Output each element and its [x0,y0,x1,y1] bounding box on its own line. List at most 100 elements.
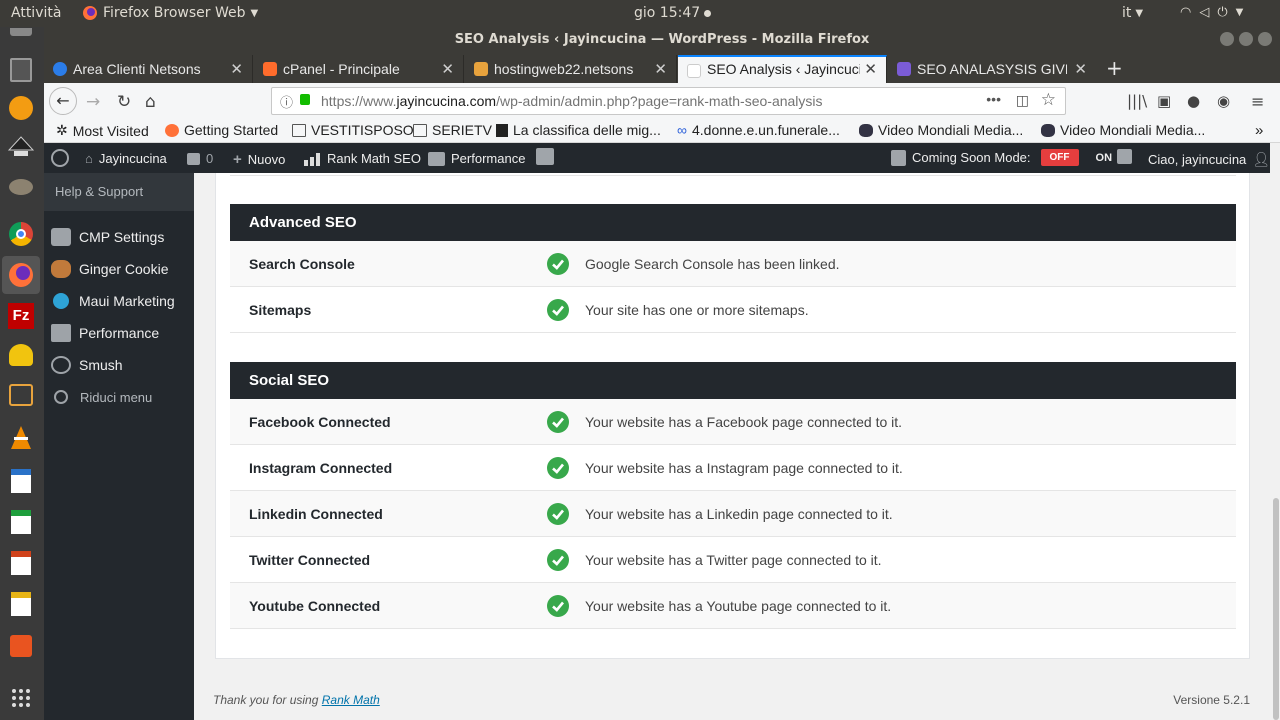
home-icon: ⌂ [85,151,93,166]
admin-bar-cart[interactable] [536,148,554,165]
clock[interactable]: gio 15:47 [634,5,712,21]
bookmark-vestitisposo[interactable]: VESTITISPOSO [292,122,414,138]
calc-icon[interactable] [6,507,36,537]
calculator-icon[interactable] [6,55,36,85]
activities-button[interactable]: Attività [11,5,61,21]
admin-bar-site[interactable]: ⌂ Jayincucina [85,151,167,166]
input-language[interactable]: it ▼ [1122,5,1143,21]
inkscape-icon[interactable] [6,132,36,162]
bookmarks-overflow-icon[interactable]: » [1255,122,1263,139]
page-actions-icon[interactable]: ••• [986,91,1001,107]
bookmarks-toolbar: ✲ Most Visited Getting Started VESTITISPO… [44,119,1280,143]
tab-cpanel[interactable]: cPanel - Principale ✕ [254,55,464,83]
new-tab-button[interactable]: + [1106,56,1123,80]
admin-bar-new[interactable]: + Nuovo [233,151,285,168]
scrollbar-thumb[interactable] [1273,498,1279,720]
sidebar-item-smush[interactable]: Smush [44,349,194,381]
pocket-icon[interactable]: ◫ [1016,92,1029,109]
menu-icon[interactable]: ≡ [1251,92,1264,111]
dock-app-partial-icon[interactable] [6,25,36,39]
gimp-icon[interactable] [6,172,36,202]
sidebar-item-performance[interactable]: Performance [44,317,194,349]
filezilla-icon[interactable]: Fz [6,301,36,331]
image-viewer-icon[interactable] [6,340,36,370]
tab-seo-give[interactable]: SEO ANALASYSIS GIVE M ✕ [888,55,1096,83]
disk-usage-icon[interactable] [6,93,36,123]
tab-hostingweb[interactable]: hostingweb22.netsons.n ✕ [465,55,677,83]
cart-icon [536,148,554,165]
url-bar[interactable]: ⓘ https://www.jayincucina.com/wp-admin/a… [271,87,1066,115]
caret-down-icon: ▼ [1135,8,1144,19]
vlc-icon[interactable] [6,423,36,453]
extension-icon[interactable]: ● [1187,92,1200,110]
minimize-button[interactable] [1220,32,1234,46]
system-tray[interactable]: ◠ ◁ ⏻ ▼ [1180,5,1243,20]
tab-seo-analysis[interactable]: SEO Analysis ‹ Jayincucin ✕ [678,55,887,83]
inkscape-alt-icon[interactable] [6,380,36,410]
software-center-icon[interactable] [6,631,36,661]
app-menu[interactable]: Firefox Browser Web ▼ [82,5,258,21]
cube-icon [891,149,906,166]
bookmark-serietv[interactable]: SERIETV [413,122,492,138]
close-window-button[interactable] [1258,32,1272,46]
firefox-dock-icon[interactable] [2,256,40,294]
sidebar-item-ginger-cookie[interactable]: Ginger Cookie [44,253,194,285]
reload-button[interactable]: ↻ [117,92,131,112]
tab-area-clienti[interactable]: Area Clienti Netsons ✕ [44,55,253,83]
result-label: Sitemaps [249,302,312,318]
sidebar-item-help-support[interactable]: Help & Support [44,173,194,211]
back-button[interactable]: ← [49,87,77,115]
admin-bar-account[interactable]: Ciao, jayincucina 👤︎ [1148,151,1270,168]
admin-bar-rankmath[interactable]: Rank Math SEO [303,151,421,166]
admin-bar-notices[interactable] [1117,149,1132,164]
sidebar-toggle-icon[interactable]: ▣ [1157,92,1171,110]
close-tab-icon[interactable]: ✕ [654,60,667,78]
check-icon [547,503,569,525]
close-tab-icon[interactable]: ✕ [864,60,877,78]
coming-soon-on-label[interactable]: ON [1096,152,1113,164]
caret-down-icon: ▼ [1235,7,1244,18]
bookmark-star-icon[interactable]: ☆ [1041,90,1056,110]
bookmark-most-visited[interactable]: ✲ Most Visited [56,122,149,139]
sidebar-item-cmp-settings[interactable]: CMP Settings [44,221,194,253]
forward-button[interactable]: → [86,92,100,112]
draw-icon[interactable] [6,589,36,619]
check-icon [547,549,569,571]
volume-muted-icon: ◁ [1199,5,1210,20]
ubuntu-dock: Fz [0,27,44,720]
close-tab-icon[interactable]: ✕ [1074,60,1087,78]
result-message: Your website has a Twitter page connecte… [585,552,882,568]
admin-bar-comments[interactable]: 0 [187,151,213,166]
seo-favicon-icon [897,62,911,76]
bookmark-donne-funerale[interactable]: ∞ 4.donne.e.un.funerale... [677,122,840,138]
performance-icon [428,151,445,166]
admin-bar-coming-soon[interactable]: Coming Soon Mode: OFF ON [891,149,1112,166]
close-tab-icon[interactable]: ✕ [230,60,243,78]
bookmark-video-mondiali-2[interactable]: Video Mondiali Media... [1041,122,1205,138]
sidebar-item-maui-marketing[interactable]: Maui Marketing [44,285,194,317]
bookmark-classifica[interactable]: La classifica delle mig... [496,122,661,138]
show-applications-icon[interactable] [6,683,36,713]
home-button[interactable]: ⌂ [145,92,156,112]
account-icon[interactable]: ◉ [1217,92,1230,110]
page-scrollbar[interactable] [1270,143,1280,720]
maximize-button[interactable] [1239,32,1253,46]
coming-soon-off-toggle[interactable]: OFF [1040,149,1079,166]
close-tab-icon[interactable]: ✕ [441,60,454,78]
sidebar-collapse-menu[interactable]: Riduci menu [44,381,194,413]
rank-math-link[interactable]: Rank Math [322,693,380,707]
info-icon[interactable]: ⓘ [280,92,293,111]
bookmark-video-mondiali-1[interactable]: Video Mondiali Media... [859,122,1023,138]
writer-icon[interactable] [6,466,36,496]
impress-icon[interactable] [6,548,36,578]
window-titlebar[interactable]: SEO Analysis ‹ Jayincucina — WordPress -… [44,27,1280,52]
wordpress-logo-icon[interactable] [51,149,69,167]
folder-icon [413,123,427,137]
library-icon[interactable]: |||\ [1127,92,1147,110]
admin-bar-performance[interactable]: Performance [428,151,525,166]
result-label: Facebook Connected [249,414,391,430]
tab-label: SEO Analysis ‹ Jayincucin [707,61,860,77]
bookmark-getting-started[interactable]: Getting Started [165,122,278,138]
chrome-icon[interactable] [6,219,36,249]
user-avatar-icon: 👤︎ [1252,151,1271,167]
